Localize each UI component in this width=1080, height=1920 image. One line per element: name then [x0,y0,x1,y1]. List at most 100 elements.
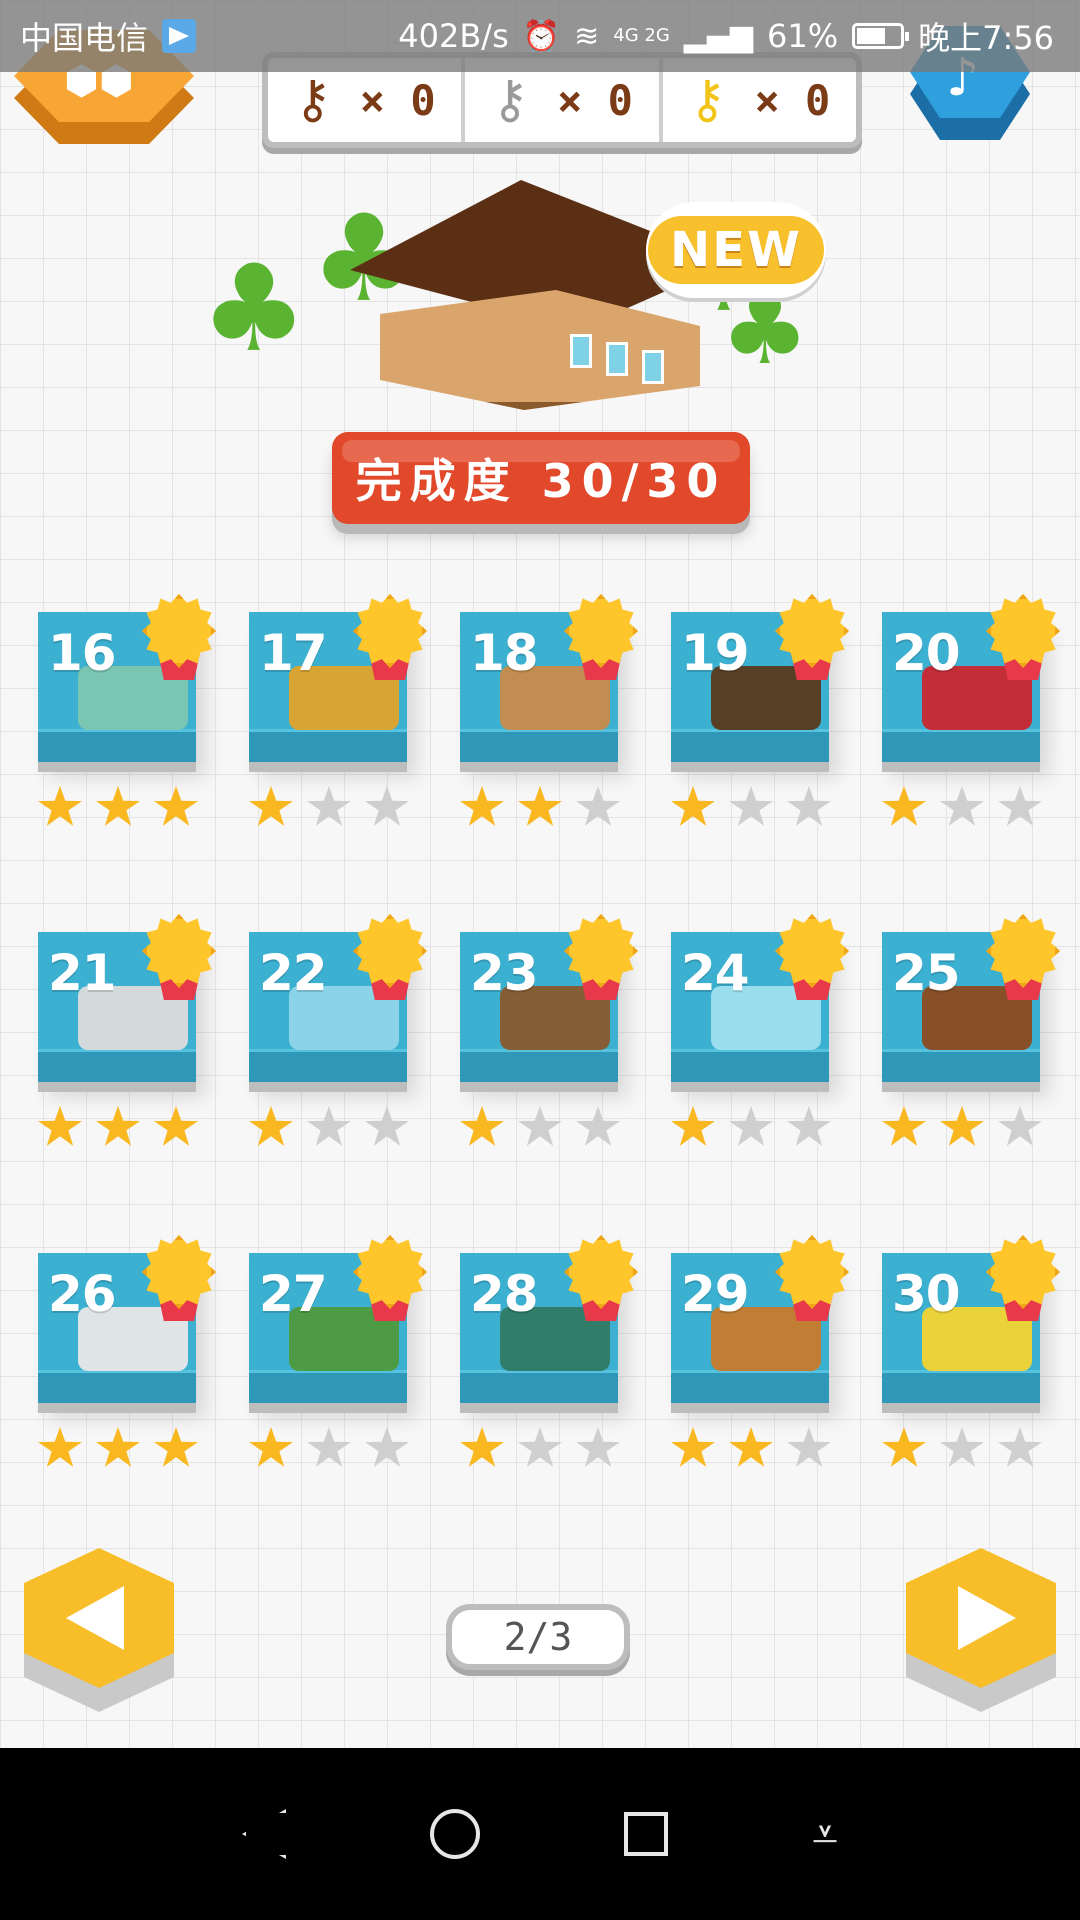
level-thumbnail[interactable]: 19 [671,594,849,762]
star-filled-icon [249,786,293,826]
level-number: 20 [892,624,961,682]
level-thumbnail[interactable]: 18 [460,594,638,762]
send-icon [162,19,197,53]
star-empty-icon [729,1106,773,1146]
palm-tree-icon: ♣ [200,240,308,379]
level-stars [249,786,409,828]
level-card[interactable]: 20 [882,594,1060,828]
star-filled-icon [882,786,926,826]
level-stars [882,1106,1042,1148]
star-empty-icon [576,1427,620,1467]
star-empty-icon [365,1106,409,1146]
level-card[interactable]: 21 [38,914,216,1148]
star-empty-icon [998,1106,1042,1146]
level-number: 18 [470,624,539,682]
level-number: 21 [48,944,117,1002]
status-bar: 中国电信 402B/s ⏰ ≋ 4G 2G ▂▄▆ 61% 晚上7:56 [0,0,1080,72]
silver-key-icon: ⚷ [491,70,530,130]
home-icon[interactable] [430,1809,480,1859]
prev-page-button[interactable] [24,1548,174,1718]
level-stars [882,786,1042,828]
level-thumbnail[interactable]: 25 [882,914,1060,1082]
star-empty-icon [998,1427,1042,1467]
level-thumbnail[interactable]: 20 [882,594,1060,762]
level-card[interactable]: 16 [38,594,216,828]
level-card[interactable]: 17 [249,594,427,828]
completion-banner: 完成度 30/30 [332,432,750,524]
recent-apps-icon[interactable] [624,1812,668,1856]
level-thumbnail[interactable]: 16 [38,594,216,762]
level-card[interactable]: 25 [882,914,1060,1148]
star-empty-icon [365,1427,409,1467]
level-number: 26 [48,1265,117,1323]
level-number: 16 [48,624,117,682]
medal-icon [142,1235,216,1325]
level-thumbnail[interactable]: 27 [249,1235,427,1403]
level-card[interactable]: 18 [460,594,638,828]
star-empty-icon [940,786,984,826]
level-card[interactable]: 29 [671,1235,849,1469]
medal-icon [564,1235,638,1325]
star-filled-icon [249,1427,293,1467]
level-number: 22 [259,944,328,1002]
beach-house [380,290,700,410]
level-thumbnail[interactable]: 21 [38,914,216,1082]
level-stars [671,1427,831,1469]
level-thumbnail[interactable]: 28 [460,1235,638,1403]
level-number: 30 [892,1265,961,1323]
network-speed: 402B/s [398,17,509,55]
star-empty-icon [998,786,1042,826]
network-type: 4G 2G [613,25,670,46]
level-stars [671,786,831,828]
notification-pull-icon[interactable]: ⩡ [812,1811,838,1857]
level-thumbnail[interactable]: 17 [249,594,427,762]
medal-icon [775,1235,849,1325]
star-empty-icon [365,786,409,826]
level-card[interactable]: 26 [38,1235,216,1469]
level-card[interactable]: 27 [249,1235,427,1469]
level-thumbnail[interactable]: 22 [249,914,427,1082]
level-number: 28 [470,1265,539,1323]
level-card[interactable]: 22 [249,914,427,1148]
star-empty-icon [307,786,351,826]
level-stars [38,786,198,828]
level-thumbnail[interactable]: 23 [460,914,638,1082]
level-stars [249,1427,409,1469]
star-filled-icon [38,1106,82,1146]
medal-icon [353,594,427,684]
level-number: 24 [681,944,750,1002]
level-thumbnail[interactable]: 30 [882,1235,1060,1403]
level-thumbnail[interactable]: 29 [671,1235,849,1403]
level-card[interactable]: 30 [882,1235,1060,1469]
medal-icon [775,594,849,684]
star-filled-icon [460,786,504,826]
level-card[interactable]: 28 [460,1235,638,1469]
gold-key-icon: ⚷ [688,70,727,130]
medal-icon [564,594,638,684]
star-filled-icon [460,1427,504,1467]
next-page-button[interactable] [906,1548,1056,1718]
level-thumbnail[interactable]: 24 [671,914,849,1082]
level-card[interactable]: 24 [671,914,849,1148]
star-empty-icon [307,1427,351,1467]
star-empty-icon [787,1427,831,1467]
star-filled-icon [38,786,82,826]
signal-icon: ▂▄▆ [683,18,753,54]
level-stars [460,1427,620,1469]
level-card[interactable]: 23 [460,914,638,1148]
medal-icon [353,1235,427,1325]
star-empty-icon [940,1427,984,1467]
star-filled-icon [940,1106,984,1146]
star-filled-icon [38,1427,82,1467]
level-thumbnail[interactable]: 26 [38,1235,216,1403]
level-card[interactable]: 19 [671,594,849,828]
bronze-key-icon: ⚷ [293,70,332,130]
back-icon[interactable] [242,1809,286,1859]
new-badge: NEW [646,202,826,298]
level-stars [38,1427,198,1469]
battery-percent: 61% [767,17,839,55]
clock: 晚上7:56 [918,19,1054,57]
alarm-icon: ⏰ [522,18,561,54]
medal-icon [142,914,216,1004]
star-filled-icon [154,1106,198,1146]
